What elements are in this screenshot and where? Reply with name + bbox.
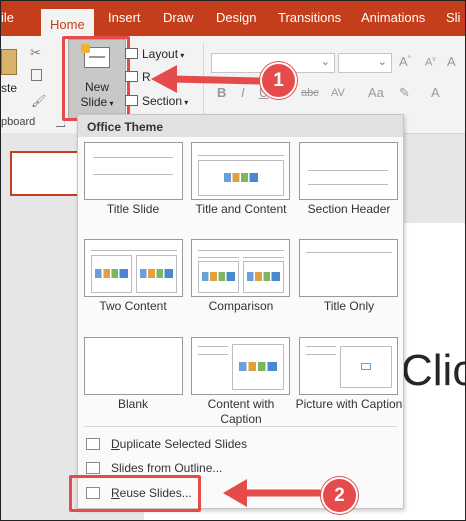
callout-badge-1: 1: [260, 62, 297, 99]
callout-arrows: [151, 65, 323, 507]
app-window: ile Home Insert Draw Design Transitions …: [0, 0, 466, 521]
callout-arrow-2: [223, 479, 323, 507]
callout-badge-2: 2: [321, 477, 358, 514]
callout-arrow-1: [151, 65, 265, 93]
